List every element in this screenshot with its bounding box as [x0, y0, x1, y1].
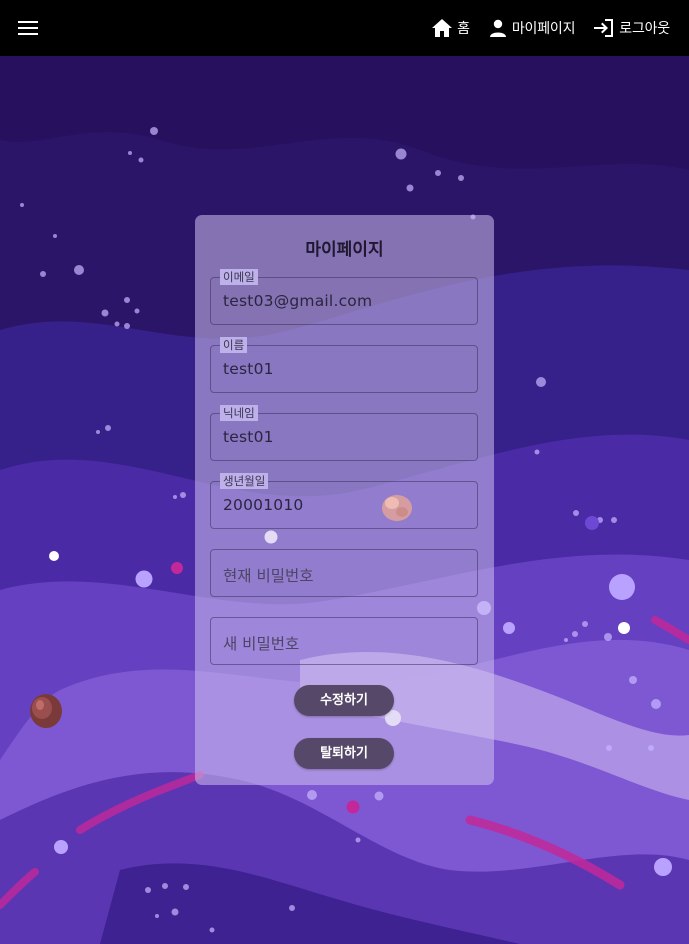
- menu-icon: [18, 21, 38, 35]
- birthdate-value: 20001010: [223, 496, 304, 514]
- nav-home-label: 홈: [457, 21, 470, 37]
- mypage-card: 마이페이지 이메일 test03@gmail.com 이름 test01 닉네임…: [195, 215, 494, 785]
- name-field[interactable]: 이름 test01: [210, 337, 478, 393]
- current-password-field[interactable]: 현재 비밀번호: [210, 549, 478, 597]
- nickname-label: 닉네임: [220, 405, 258, 421]
- home-icon: [432, 19, 453, 37]
- update-button[interactable]: 수정하기: [294, 685, 394, 716]
- email-label: 이메일: [220, 269, 258, 285]
- nav-mypage-label: 마이페이지: [511, 21, 576, 37]
- current-password-placeholder: 현재 비밀번호: [223, 567, 314, 585]
- withdraw-button[interactable]: 탈퇴하기: [294, 738, 394, 769]
- person-icon: [489, 19, 506, 37]
- nav-mypage[interactable]: 마이페이지: [479, 8, 584, 48]
- nav-actions: 홈 마이페이지 로그아웃: [422, 0, 679, 56]
- new-password-field[interactable]: 새 비밀번호: [210, 617, 478, 665]
- name-label: 이름: [220, 337, 248, 353]
- page-title: 마이페이지: [305, 240, 384, 260]
- nickname-field[interactable]: 닉네임 test01: [210, 405, 478, 461]
- email-value: test03@gmail.com: [223, 292, 373, 310]
- floating-asteroid: [382, 495, 412, 521]
- logout-icon: [594, 19, 614, 37]
- birthdate-label: 생년월일: [220, 473, 269, 489]
- nav-logout[interactable]: 로그아웃: [584, 8, 679, 48]
- new-password-placeholder: 새 비밀번호: [223, 635, 300, 653]
- email-field[interactable]: 이메일 test03@gmail.com: [210, 269, 478, 325]
- app-bar: 홈 마이페이지 로그아웃: [0, 0, 689, 56]
- birthdate-field[interactable]: 생년월일 20001010: [210, 473, 478, 529]
- nav-home[interactable]: 홈: [422, 8, 479, 48]
- nav-logout-label: 로그아웃: [619, 21, 670, 37]
- menu-button[interactable]: [16, 16, 40, 40]
- name-value: test01: [223, 360, 274, 378]
- nickname-value: test01: [223, 428, 274, 446]
